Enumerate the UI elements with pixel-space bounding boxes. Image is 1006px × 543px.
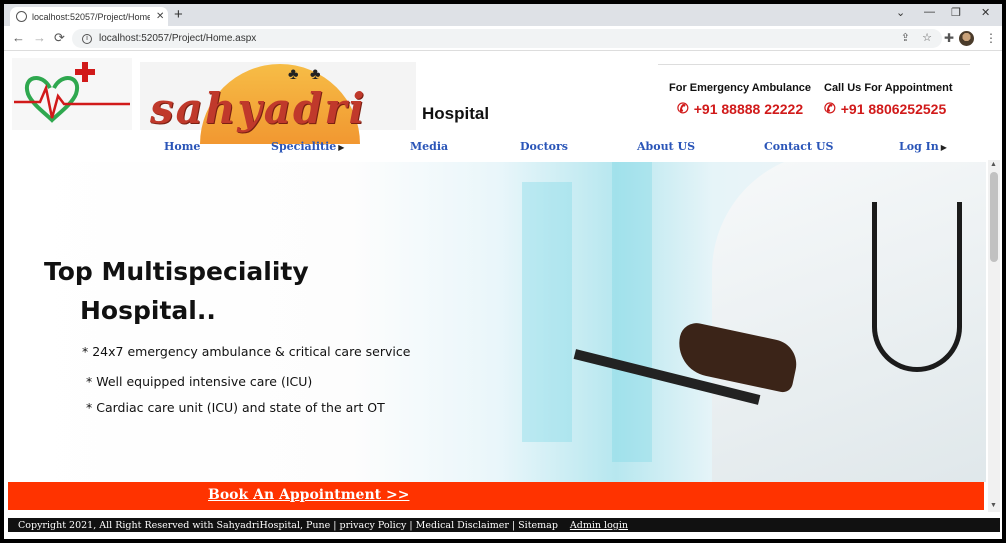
- scroll-thumb[interactable]: [990, 172, 998, 262]
- close-window-button[interactable]: ✕: [981, 6, 990, 19]
- nav-contact-us[interactable]: Contact US: [764, 140, 833, 153]
- site-info-icon[interactable]: i: [82, 33, 92, 44]
- share-icon[interactable]: ⇪: [901, 31, 910, 44]
- globe-icon: [16, 11, 27, 22]
- new-tab-button[interactable]: +: [174, 6, 183, 23]
- brand-banner-text: sahyadri: [150, 84, 367, 133]
- hospital-heart-logo[interactable]: [12, 58, 132, 130]
- emergency-phone[interactable]: ✆ +91 88888 22222: [677, 100, 803, 117]
- appointment-phone-number: +91 8806252525: [840, 100, 947, 117]
- forward-arrow-icon[interactable]: →: [33, 30, 46, 45]
- nav-specialities-label: Specialitie: [271, 140, 337, 153]
- nav-specialities[interactable]: Specialitie ▶: [271, 140, 344, 153]
- palm-tree-icon: ♣: [288, 66, 299, 83]
- page-scrollbar[interactable]: ▲ ▼: [988, 160, 1000, 512]
- browser-window: localhost:52057/Project/Home.aspx ✕ + ⌄ …: [4, 4, 1002, 539]
- bookmark-star-icon[interactable]: ☆: [922, 31, 932, 44]
- reload-icon[interactable]: ⟳: [54, 30, 65, 46]
- page-footer: Copyright 2021, All Right Reserved with …: [8, 518, 1000, 532]
- scroll-down-icon[interactable]: ▼: [990, 502, 997, 509]
- nav-media[interactable]: Media: [410, 140, 448, 153]
- nav-home[interactable]: Home: [164, 140, 200, 153]
- booking-bar: Book An Appointment >>: [8, 482, 984, 510]
- emergency-phone-number: +91 88888 22222: [693, 100, 804, 117]
- hero-point: * Cardiac care unit (ICU) and state of t…: [86, 400, 385, 415]
- scroll-up-icon[interactable]: ▲: [990, 161, 997, 168]
- back-arrow-icon[interactable]: ←: [12, 30, 25, 45]
- hero-point: * Well equipped intensive care (ICU): [86, 374, 313, 389]
- restore-button[interactable]: ❐: [951, 6, 961, 19]
- profile-avatar[interactable]: [959, 31, 974, 46]
- palm-tree-icon: ♣: [310, 66, 321, 83]
- tab-search-chevron-icon[interactable]: ⌄: [896, 6, 905, 19]
- heart-pulse-icon: [14, 62, 130, 123]
- footer-copyright: Copyright 2021, All Right Reserved with …: [18, 519, 558, 531]
- hero-title-line2: Hospital..: [80, 296, 216, 325]
- book-appointment-link[interactable]: Book An Appointment >>: [208, 487, 409, 503]
- nav-log-in-label: Log In: [899, 140, 939, 153]
- address-bar[interactable]: i localhost:52057/Project/Home.aspx ☆ ⇪: [72, 29, 942, 48]
- nav-log-in[interactable]: Log In ▶: [899, 140, 947, 153]
- tab-strip: localhost:52057/Project/Home.aspx ✕ + ⌄ …: [4, 4, 1002, 26]
- header-divider: [658, 64, 970, 65]
- window-light-graphic: [522, 182, 572, 442]
- sahyadri-banner-logo[interactable]: ♣ ♣ sahyadri: [140, 62, 416, 144]
- window-light-graphic: [612, 162, 652, 462]
- menu-kebab-icon[interactable]: ⋮: [985, 31, 997, 45]
- page-viewport: ♣ ♣ sahyadri Hospital For Emergency Ambu…: [4, 52, 1002, 539]
- hero-point: * 24x7 emergency ambulance & critical ca…: [82, 344, 411, 359]
- close-tab-icon[interactable]: ✕: [156, 11, 164, 22]
- appointment-phone[interactable]: ✆ +91 8806252525: [824, 100, 946, 117]
- nav-about-us[interactable]: About US: [637, 140, 695, 153]
- browser-toolbar: ← → ⟳ i localhost:52057/Project/Home.asp…: [4, 26, 1002, 51]
- extensions-puzzle-icon[interactable]: ✚: [944, 31, 954, 45]
- admin-login-link[interactable]: Admin login: [570, 520, 628, 531]
- stethoscope-graphic: [872, 202, 962, 372]
- browser-tab[interactable]: localhost:52057/Project/Home.aspx ✕: [10, 7, 168, 26]
- appointment-label: Call Us For Appointment: [824, 82, 953, 94]
- minimize-button[interactable]: —: [924, 6, 935, 18]
- phone-icon: ✆: [824, 100, 836, 116]
- caret-right-icon: ▶: [338, 142, 345, 152]
- hero-title-line1: Top Multispeciality: [44, 257, 309, 286]
- hospital-wordmark: Hospital: [422, 104, 490, 123]
- phone-icon: ✆: [677, 100, 689, 116]
- emergency-label: For Emergency Ambulance: [669, 82, 812, 94]
- tab-title: localhost:52057/Project/Home.aspx: [32, 11, 150, 22]
- address-url: localhost:52057/Project/Home.aspx: [99, 33, 257, 44]
- caret-right-icon: ▶: [940, 142, 947, 152]
- hero-banner: Top Multispeciality Hospital.. * 24x7 em…: [12, 162, 986, 482]
- nav-doctors[interactable]: Doctors: [520, 140, 568, 153]
